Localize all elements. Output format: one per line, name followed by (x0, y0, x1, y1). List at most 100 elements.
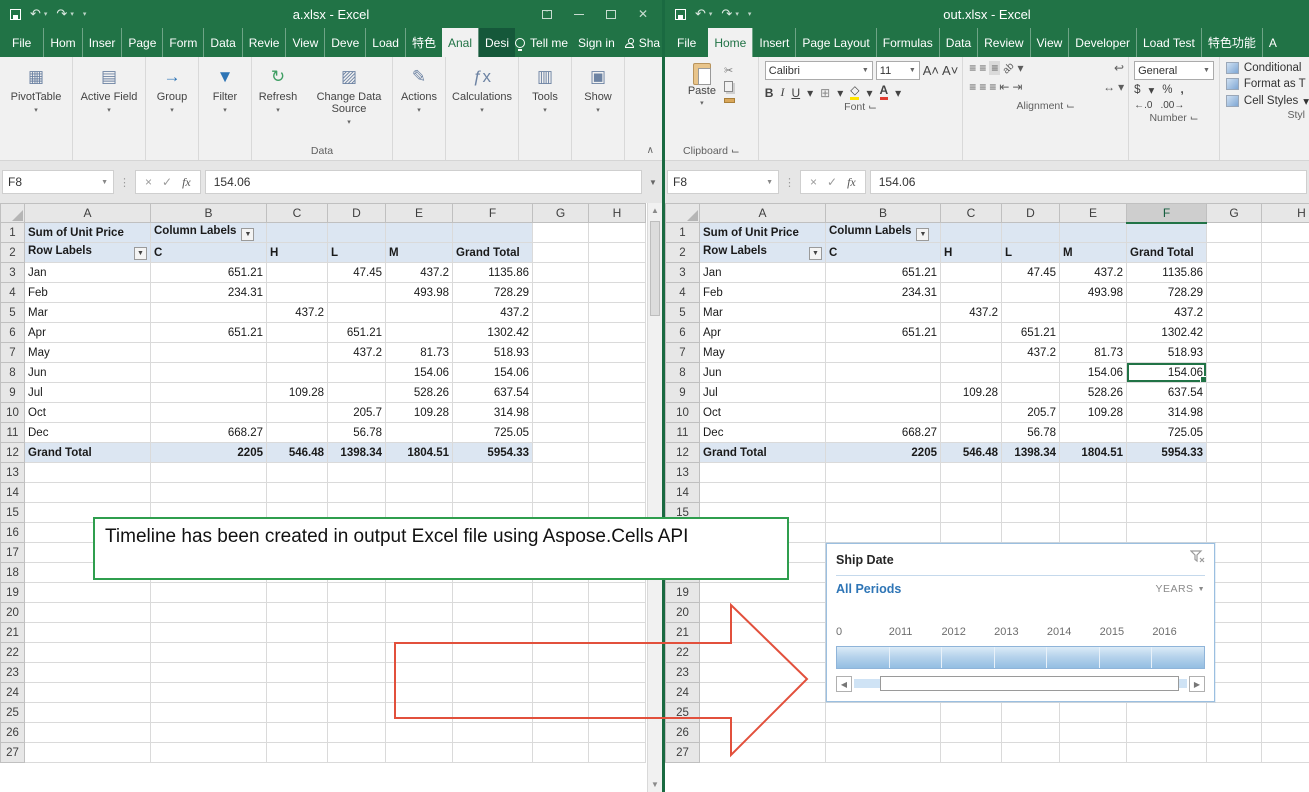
grid-cell-D8[interactable] (328, 363, 386, 383)
grid-cell-H12[interactable] (589, 443, 646, 463)
grid-cell-A7[interactable]: May (25, 343, 151, 363)
grid-cell-B7[interactable] (826, 343, 941, 363)
grid-cell-A5[interactable]: Mar (700, 303, 826, 323)
grid-cell-A4[interactable]: Feb (700, 283, 826, 303)
grid-cell-A23[interactable] (25, 663, 151, 683)
grid-cell-C14[interactable] (941, 483, 1002, 503)
grid-cell-B3[interactable]: 651.21 (826, 263, 941, 283)
grid-cell-H9[interactable] (589, 383, 646, 403)
grid-cell-C22[interactable] (267, 643, 328, 663)
grid-cell-E13[interactable] (386, 463, 453, 483)
grid-cell-H11[interactable] (589, 423, 646, 443)
save-icon[interactable] (10, 9, 21, 20)
grid-cell-C21[interactable] (267, 623, 328, 643)
grid-cell-H21[interactable] (589, 623, 646, 643)
grid-cell-B14[interactable] (151, 483, 267, 503)
insert-function-icon[interactable]: fx (847, 175, 856, 190)
grid-cell-B5[interactable] (151, 303, 267, 323)
grid-cell-G3[interactable] (1207, 263, 1262, 283)
grid-cell-C9[interactable]: 109.28 (941, 383, 1002, 403)
grid-cell-D1[interactable] (328, 223, 386, 243)
grid-cell-E4[interactable]: 493.98 (1060, 283, 1127, 303)
grid-cell-H14[interactable] (589, 483, 646, 503)
italic-button[interactable]: I (780, 85, 784, 100)
row-header-19[interactable]: 19 (666, 583, 700, 603)
grid-cell-B9[interactable] (826, 383, 941, 403)
row-header-6[interactable]: 6 (666, 323, 700, 343)
grid-cell-D9[interactable] (1002, 383, 1060, 403)
column-header-f[interactable]: F (453, 204, 533, 223)
tab-data[interactable]: Data (203, 28, 241, 57)
grid-cell-B12[interactable]: 2205 (826, 443, 941, 463)
grid-cell-C27[interactable] (941, 743, 1002, 763)
grid-cell-D10[interactable]: 205.7 (1002, 403, 1060, 423)
grid-cell-D7[interactable]: 437.2 (328, 343, 386, 363)
grid-cell-F3[interactable]: 1135.86 (453, 263, 533, 283)
grid-cell-B22[interactable] (151, 643, 267, 663)
grid-cell-H8[interactable] (1262, 363, 1309, 383)
format-as-table-button[interactable]: Format as T (1226, 78, 1309, 90)
row-header-12[interactable]: 12 (666, 443, 700, 463)
grid-cell-A25[interactable] (700, 703, 826, 723)
row-header-9[interactable]: 9 (1, 383, 25, 403)
grid-cell-D12[interactable]: 1398.34 (1002, 443, 1060, 463)
timeline-segment[interactable] (837, 647, 890, 668)
grid-cell-E24[interactable] (386, 683, 453, 703)
sign-in-button[interactable]: Sign in (578, 36, 615, 50)
row-header-27[interactable]: 27 (1, 743, 25, 763)
grid-cell-E2[interactable]: M (386, 243, 453, 263)
grid-cell-C13[interactable] (267, 463, 328, 483)
grid-cell-D4[interactable] (328, 283, 386, 303)
grid-cell-C9[interactable]: 109.28 (267, 383, 328, 403)
row-header-17[interactable]: 17 (1, 543, 25, 563)
grid-cell-F2[interactable]: Grand Total (1127, 243, 1207, 263)
row-header-15[interactable]: 15 (1, 503, 25, 523)
grid-cell-G1[interactable] (1207, 223, 1262, 243)
timeline-segment[interactable] (890, 647, 943, 668)
row-header-24[interactable]: 24 (1, 683, 25, 703)
tab-desi[interactable]: Desi (478, 28, 515, 57)
grid-cell-C3[interactable] (267, 263, 328, 283)
grid-cell-D13[interactable] (1002, 463, 1060, 483)
grid-cell-B11[interactable]: 668.27 (151, 423, 267, 443)
tab-page[interactable]: Page (121, 28, 162, 57)
name-box[interactable]: F8▼ (2, 170, 114, 194)
comma-format-icon[interactable]: , (1181, 84, 1184, 96)
filter-clear-icon[interactable] (1190, 550, 1205, 569)
row-header-6[interactable]: 6 (1, 323, 25, 343)
grid-cell-H12[interactable] (1262, 443, 1309, 463)
grid-cell-E14[interactable] (386, 483, 453, 503)
grid-cell-A24[interactable] (25, 683, 151, 703)
grid-cell-E11[interactable] (1060, 423, 1127, 443)
timeline-segment[interactable] (1100, 647, 1153, 668)
tab-特色[interactable]: 特色 (405, 28, 442, 57)
grid-cell-H25[interactable] (589, 703, 646, 723)
grid-cell-G11[interactable] (1207, 423, 1262, 443)
row-header-24[interactable]: 24 (666, 683, 700, 703)
row-header-10[interactable]: 10 (666, 403, 700, 423)
grid-cell-B1[interactable]: Column Labels▼ (151, 223, 267, 243)
grid-cell-F7[interactable]: 518.93 (453, 343, 533, 363)
grid-cell-H11[interactable] (1262, 423, 1309, 443)
filter-button[interactable]: ▼Filter▾ (199, 63, 251, 117)
row-header-25[interactable]: 25 (1, 703, 25, 723)
grid-cell-F6[interactable]: 1302.42 (453, 323, 533, 343)
row-header-16[interactable]: 16 (1, 523, 25, 543)
grid-cell-G7[interactable] (533, 343, 589, 363)
grid-cell-E20[interactable] (386, 603, 453, 623)
active-field-button[interactable]: ▤Active Field▾ (73, 63, 145, 117)
qat-customize-icon[interactable]: ▾ (748, 10, 752, 18)
grid-cell-B13[interactable] (826, 463, 941, 483)
grid-cell-C25[interactable] (267, 703, 328, 723)
grid-cell-D27[interactable] (1002, 743, 1060, 763)
formula-input[interactable]: 154.06 (205, 170, 642, 194)
grid-cell-D22[interactable] (328, 643, 386, 663)
grid-cell-D11[interactable]: 56.78 (1002, 423, 1060, 443)
grid-cell-B20[interactable] (151, 603, 267, 623)
grid-cell-C7[interactable] (941, 343, 1002, 363)
grid-cell-F12[interactable]: 5954.33 (453, 443, 533, 463)
grid-cell-B23[interactable] (151, 663, 267, 683)
grid-cell-G4[interactable] (533, 283, 589, 303)
row-header-21[interactable]: 21 (666, 623, 700, 643)
grid-cell-A19[interactable] (25, 583, 151, 603)
